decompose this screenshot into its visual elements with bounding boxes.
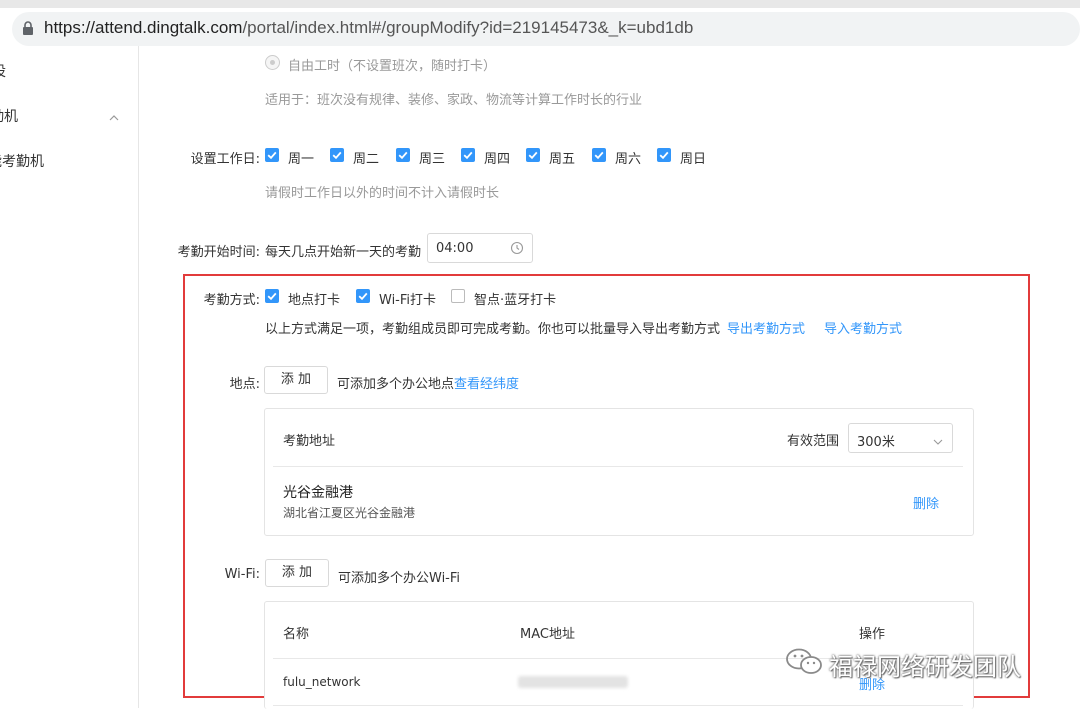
workday-label: 周三: [419, 152, 446, 167]
delete-location-link[interactable]: 删除: [913, 493, 939, 512]
method-wifi-checkbox[interactable]: [356, 289, 370, 303]
wifi-row-name: fulu_network: [283, 675, 361, 689]
location-label: 地点:: [229, 377, 260, 392]
view-coordinates-link[interactable]: 查看经纬度: [454, 373, 519, 392]
workday-checkbox[interactable]: [592, 148, 606, 162]
method-bluetooth-label: 智点·蓝牙打卡: [474, 293, 557, 308]
wifi-row-divider: [273, 705, 963, 706]
checkmark-icon: [267, 151, 277, 160]
sidebar-item-settings[interactable]: 设: [0, 61, 6, 81]
url-path: /portal/index.html#/groupModify?id=21914…: [242, 18, 694, 37]
add-location-button[interactable]: 添 加: [264, 366, 328, 394]
checkmark-icon: [358, 292, 368, 301]
workday-checkbox[interactable]: [265, 148, 279, 162]
export-methods-link[interactable]: 导出考勤方式: [727, 318, 805, 337]
method-wifi-label: Wi-Fi打卡: [379, 293, 437, 308]
workday-label: 周五: [549, 152, 576, 167]
location-table-header: 考勤地址: [283, 434, 336, 449]
start-time-label: 考勤开始时间:: [177, 245, 260, 260]
wechat-icon: [784, 648, 824, 680]
watermark-text: 福禄网络研发团队: [829, 653, 1021, 681]
browser-tab-strip: [0, 0, 1080, 8]
range-select[interactable]: 300米: [848, 423, 953, 453]
chevron-up-icon[interactable]: [109, 110, 119, 125]
workday-label: 周四: [484, 152, 511, 167]
method-location-label: 地点打卡: [288, 293, 341, 308]
checkmark-icon: [267, 292, 277, 301]
checkmark-icon: [528, 151, 538, 160]
workdays-hint: 请假时工作日以外的时间不计入请假时长: [265, 186, 500, 201]
workdays-label: 设置工作日:: [190, 152, 260, 167]
wifi-col-actions: 操作: [859, 627, 886, 642]
import-methods-link[interactable]: 导入考勤方式: [824, 318, 902, 337]
sidebar: [0, 46, 139, 708]
sidebar-item-smart-machine[interactable]: 能考勤机: [0, 151, 44, 171]
start-time-desc: 每天几点开始新一天的考勤: [265, 245, 422, 260]
method-location-checkbox[interactable]: [265, 289, 279, 303]
workday-checkbox[interactable]: [461, 148, 475, 162]
wifi-col-mac: MAC地址: [520, 627, 575, 642]
lock-icon: [22, 21, 34, 35]
wifi-col-name: 名称: [283, 627, 310, 642]
workday-label: 周六: [615, 152, 642, 167]
range-label: 有效范围: [787, 434, 840, 449]
wifi-mac-redacted: [518, 676, 628, 688]
checkmark-icon: [398, 151, 408, 160]
method-bluetooth-checkbox[interactable]: [451, 289, 465, 303]
location-hint: 可添加多个办公地点: [337, 377, 455, 392]
checkmark-icon: [659, 151, 669, 160]
workday-label: 周二: [353, 152, 380, 167]
method-label: 考勤方式:: [203, 293, 260, 308]
chevron-down-icon: [933, 435, 943, 450]
wifi-label: Wi-Fi:: [224, 567, 260, 582]
workday-checkbox[interactable]: [396, 148, 410, 162]
workday-checkbox[interactable]: [330, 148, 344, 162]
clock-icon: [510, 241, 524, 259]
url-text[interactable]: https://attend.dingtalk.com/portal/index…: [44, 18, 693, 38]
workday-label: 周一: [288, 152, 315, 167]
checkmark-icon: [594, 151, 604, 160]
free-hours-radio[interactable]: [265, 55, 280, 70]
free-hours-hint: 适用于：班次没有规律、装修、家政、物流等计算工作时长的行业: [265, 93, 643, 108]
start-time-value: 04:00: [436, 241, 474, 256]
range-value: 300米: [857, 435, 895, 450]
location-address: 湖北省江夏区光谷金融港: [283, 506, 416, 520]
location-divider: [273, 466, 963, 467]
checkmark-icon: [332, 151, 342, 160]
free-hours-label: 自由工时（不设置班次，随时打卡）: [288, 59, 497, 74]
sidebar-item-attendance-machine[interactable]: 勤机: [0, 106, 18, 126]
method-hint: 以上方式满足一项，考勤组成员即可完成考勤。你也可以批量导入导出考勤方式: [265, 322, 721, 337]
url-host: https://attend.dingtalk.com: [44, 18, 243, 37]
location-name: 光谷金融港: [283, 485, 353, 501]
add-wifi-button[interactable]: 添 加: [265, 559, 329, 587]
checkmark-icon: [463, 151, 473, 160]
wifi-hint: 可添加多个办公Wi-Fi: [338, 571, 461, 586]
workday-checkbox[interactable]: [526, 148, 540, 162]
workday-label: 周日: [680, 152, 707, 167]
workday-checkbox[interactable]: [657, 148, 671, 162]
start-time-input[interactable]: 04:00: [427, 233, 533, 263]
location-panel: 考勤地址 有效范围 300米 光谷金融港 湖北省江夏区光谷金融港 删除: [264, 408, 974, 536]
